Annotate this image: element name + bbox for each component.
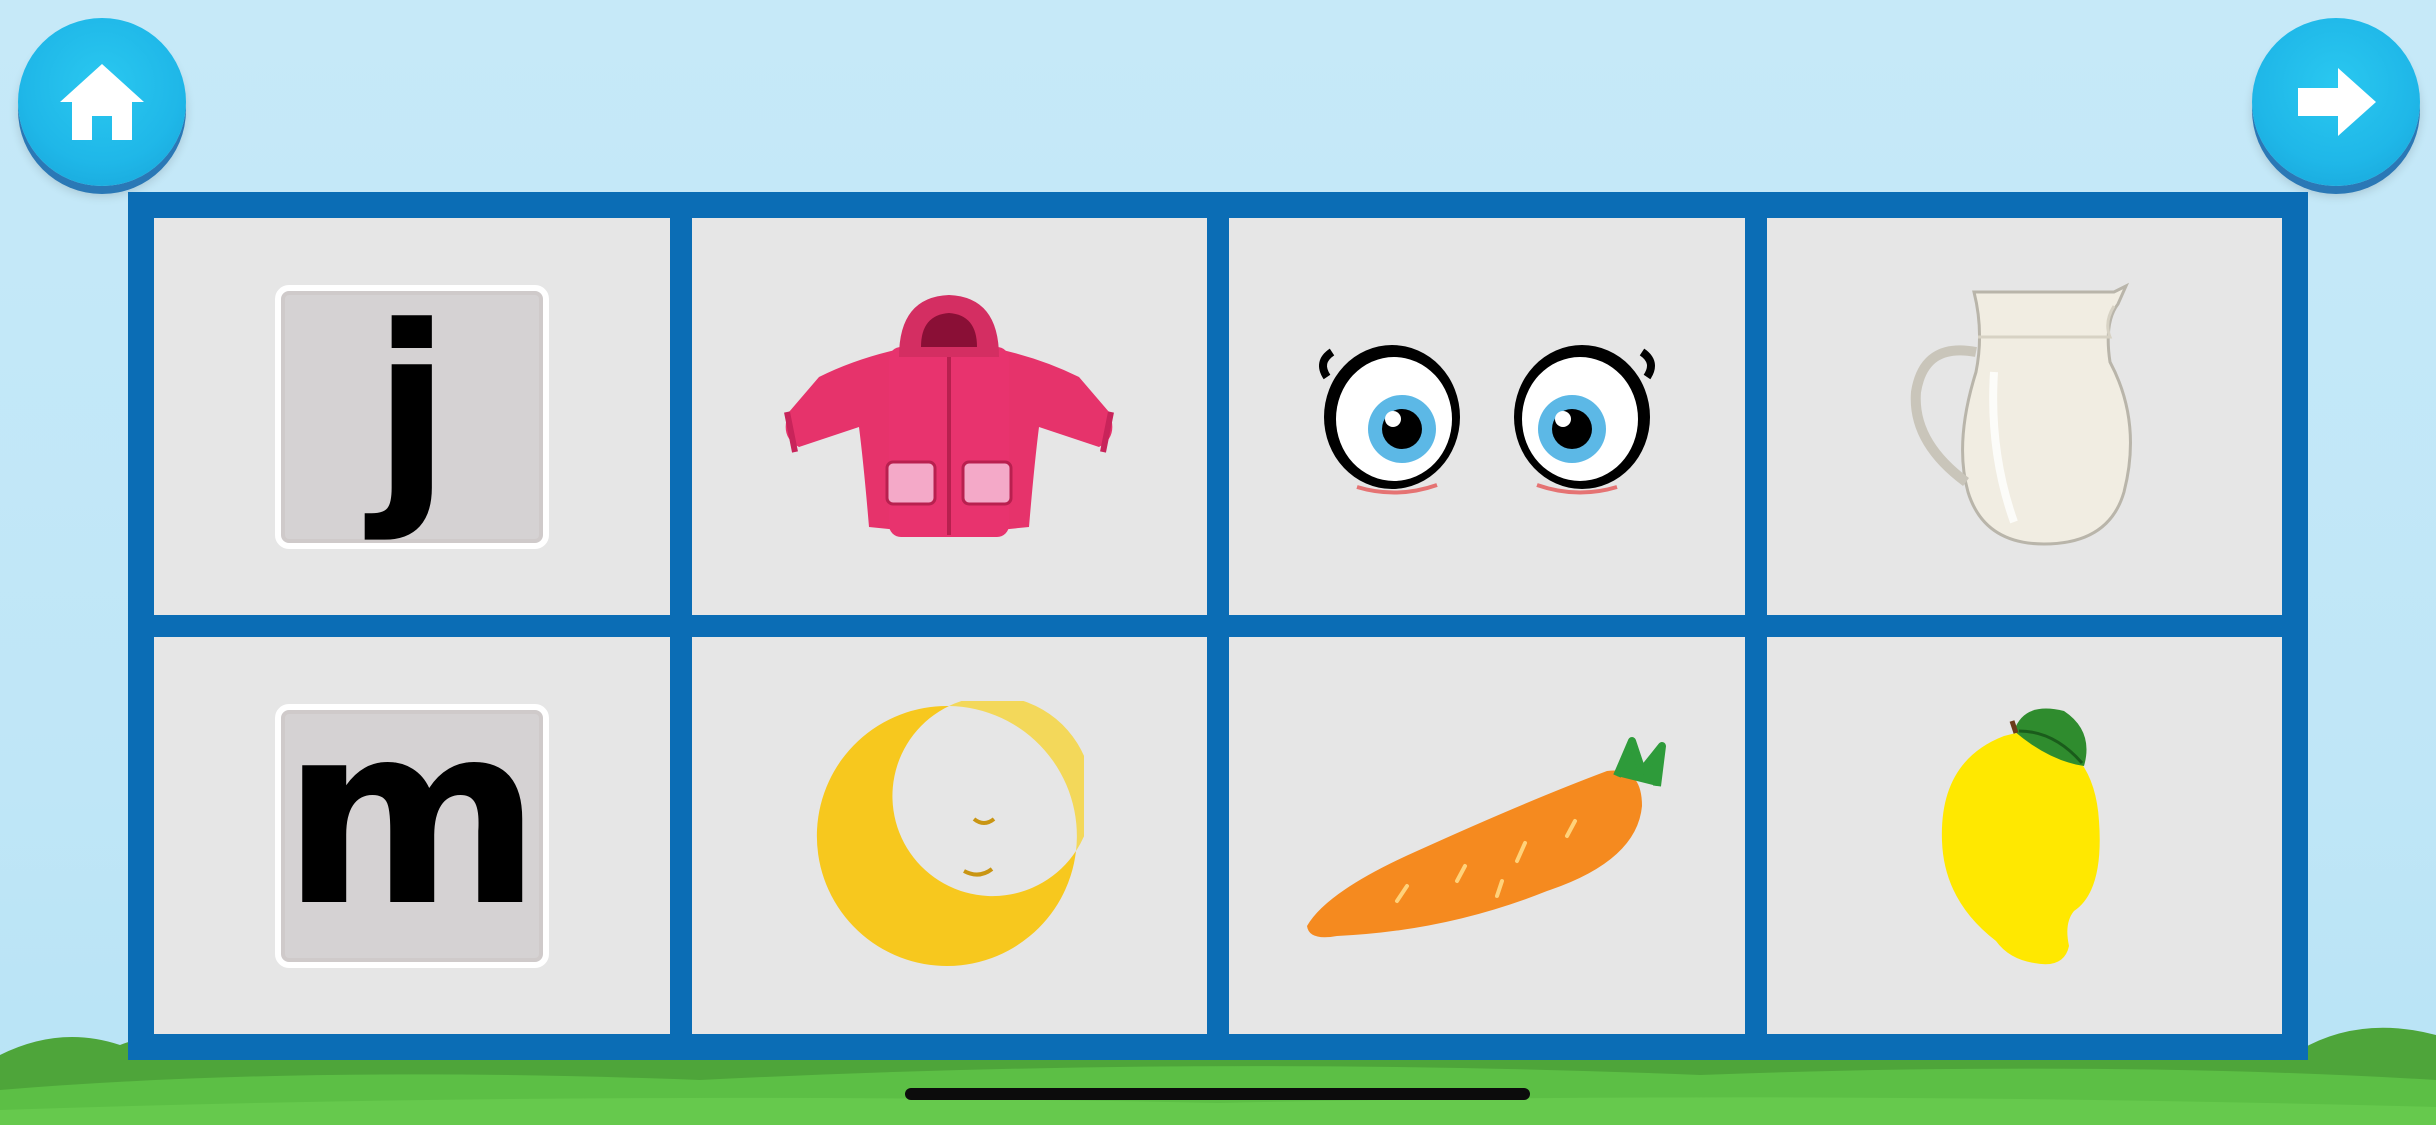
tile-milk-jug[interactable] xyxy=(1766,218,2282,615)
tile-letter-m[interactable]: m xyxy=(154,637,670,1034)
moon-icon xyxy=(817,700,1085,966)
next-button[interactable] xyxy=(2252,18,2420,186)
home-indicator[interactable] xyxy=(905,1088,1530,1100)
tile-mango[interactable] xyxy=(1766,637,2282,1034)
tile-moon[interactable] xyxy=(691,637,1207,1034)
milk-jug-icon xyxy=(1911,282,2133,546)
jacket-icon xyxy=(784,294,1115,537)
letter-card: m xyxy=(274,690,549,968)
letter-j: j xyxy=(372,277,452,545)
tile-eyes[interactable] xyxy=(1229,218,1745,615)
letter-m: m xyxy=(281,669,543,961)
mango-icon xyxy=(1942,708,2100,964)
home-icon xyxy=(60,64,144,140)
tile-letter-j[interactable]: j xyxy=(154,218,670,615)
letter-card: j xyxy=(274,277,549,549)
home-button[interactable] xyxy=(18,18,186,186)
arrow-right-icon xyxy=(2298,68,2376,136)
carrot-icon xyxy=(1306,736,1666,937)
matching-board: j m xyxy=(128,192,2308,1060)
tile-jacket[interactable] xyxy=(691,218,1207,615)
eyes-icon xyxy=(1318,344,1655,494)
tile-carrot[interactable] xyxy=(1229,637,1745,1034)
